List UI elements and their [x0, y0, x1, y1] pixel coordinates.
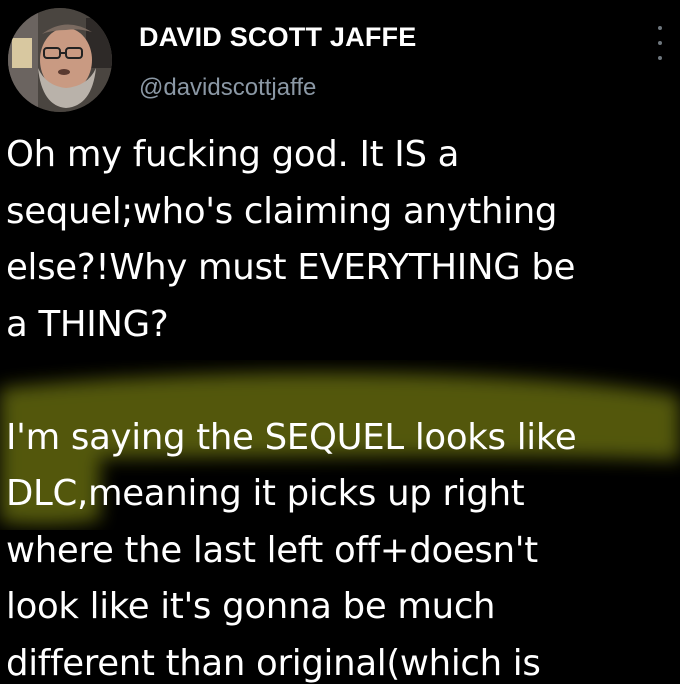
author-display-name[interactable]: DAVID SCOTT JAFFE — [139, 22, 416, 53]
tweet-line: Oh my fucking god. It IS a — [6, 134, 460, 175]
tweet-line: sequel;who's claiming anything — [6, 190, 558, 232]
more-dot — [658, 56, 662, 60]
more-options-icon[interactable] — [648, 26, 672, 60]
tweet-line: I'm saying the SEQUEL looks like — [6, 416, 577, 458]
tweet-text: Oh my fucking god. It IS a sequel;who's … — [6, 127, 676, 684]
tweet-line: else?!Why must EVERYTHING be — [6, 247, 576, 288]
more-dot — [658, 41, 662, 45]
tweet-line: where the last left off+doesn't — [6, 529, 538, 571]
tweet-line: look like it's gonna be much — [6, 586, 496, 627]
tweet-line: DLC,meaning it picks up right — [6, 473, 525, 514]
avatar[interactable] — [8, 8, 112, 112]
avatar-photo — [8, 8, 112, 112]
tweet-line: a THING? — [6, 303, 169, 345]
author-handle[interactable]: @davidscottjaffe — [139, 74, 316, 102]
more-dot — [658, 26, 662, 30]
tweet-line: different than original(which is — [6, 642, 541, 684]
